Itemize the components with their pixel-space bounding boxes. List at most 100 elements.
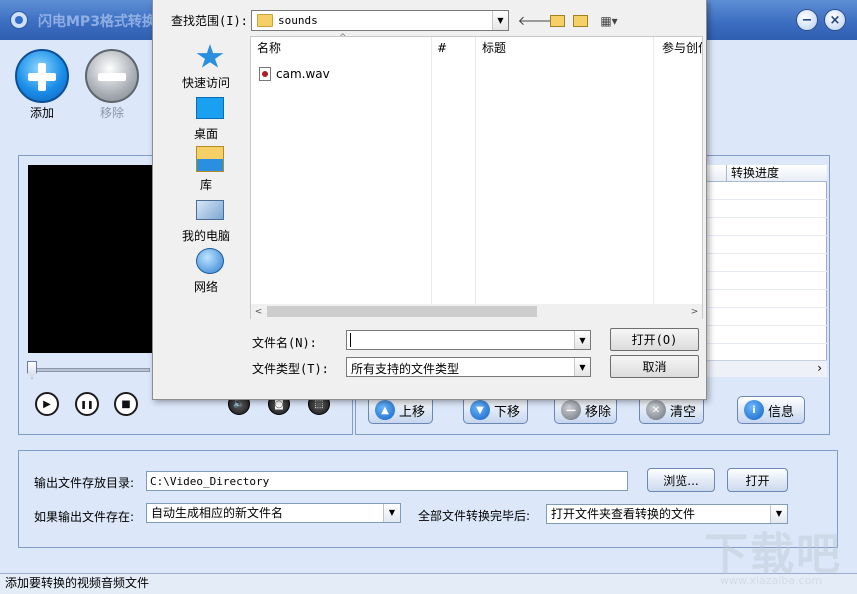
minus-circle-icon: —: [561, 400, 581, 420]
info-button[interactable]: i 信息: [737, 396, 805, 424]
move-down-label: 下移: [494, 404, 521, 420]
up-folder-button[interactable]: [548, 12, 566, 29]
new-folder-icon: [572, 14, 588, 27]
move-up-button[interactable]: ▲ 上移: [368, 396, 433, 424]
star-icon: [196, 44, 224, 68]
network-icon: [196, 248, 224, 274]
scrollbar-thumb[interactable]: [267, 306, 537, 317]
if-exists-select[interactable]: 自动生成相应的新文件名 ▼: [146, 503, 401, 523]
place-desktop[interactable]: 桌面: [162, 92, 250, 142]
list-remove-label: 移除: [585, 404, 612, 420]
app-icon: [10, 11, 28, 29]
dialog-cancel-button[interactable]: 取消: [610, 355, 699, 378]
grid-line: [705, 325, 827, 326]
output-dir-input[interactable]: C:\Video_Directory: [146, 471, 628, 491]
minus-icon: [98, 73, 126, 81]
text-caret: [350, 333, 351, 347]
close-button[interactable]: ×: [824, 9, 846, 31]
column-header-number[interactable]: #: [431, 37, 475, 59]
arrow-up-icon: ▲: [375, 400, 395, 420]
browse-button[interactable]: 浏览...: [647, 468, 715, 492]
grid-line: [705, 343, 827, 344]
place-label: 我的电脑: [181, 229, 230, 243]
library-icon: [196, 146, 224, 172]
pause-button[interactable]: ❚❚: [75, 392, 99, 416]
up-folder-icon: [549, 14, 565, 27]
close-icon: ×: [829, 12, 841, 28]
clear-button[interactable]: ✕ 清空: [639, 396, 704, 424]
scroll-left-icon[interactable]: <: [251, 304, 266, 319]
watermark-logo: 下载吧 www.xiazaiba.com: [700, 518, 857, 594]
grid-line: [705, 235, 827, 236]
filename-label: 文件名(N):: [252, 336, 317, 350]
clear-x-icon: ✕: [646, 400, 666, 420]
back-button[interactable]: 🡐: [518, 12, 553, 29]
chevron-down-icon[interactable]: ▼: [492, 11, 508, 30]
place-quick-access[interactable]: 快速访问: [162, 41, 250, 91]
file-list-header: 名称 ^ # 标题 参与创作: [251, 33, 702, 59]
chevron-down-icon[interactable]: ▼: [574, 331, 590, 349]
desktop-icon: [196, 97, 224, 119]
arrow-down-icon: ▼: [470, 400, 490, 420]
place-label: 快速访问: [181, 76, 230, 90]
filename-input[interactable]: ▼: [346, 330, 591, 350]
place-network[interactable]: 网络: [162, 245, 250, 295]
place-label: 网络: [193, 280, 218, 294]
clear-label: 清空: [670, 404, 697, 420]
file-list-item[interactable]: cam.wav: [259, 65, 330, 83]
info-icon: i: [744, 400, 764, 420]
play-icon: ▶: [43, 398, 51, 410]
window-title: 闪电MP3格式转换器: [38, 14, 170, 30]
computer-icon: [196, 200, 224, 220]
plus-icon-vertical: [38, 63, 46, 91]
grid-line: [705, 217, 827, 218]
minimize-button[interactable]: −: [796, 9, 818, 31]
lookin-select[interactable]: sounds ▼: [251, 10, 509, 31]
place-library[interactable]: 库: [162, 143, 250, 193]
scroll-right-icon[interactable]: ›: [817, 361, 822, 375]
file-name: cam.wav: [276, 67, 330, 81]
info-label: 信息: [768, 404, 795, 420]
if-exists-label: 如果输出文件存在:: [34, 510, 135, 524]
dialog-open-button[interactable]: 打开(O): [610, 328, 699, 351]
watermark-text: 下载吧: [704, 529, 842, 580]
remove-file-button[interactable]: [85, 49, 139, 103]
sort-ascending-icon: ^: [339, 33, 347, 43]
filetype-label: 文件类型(T):: [252, 362, 329, 376]
play-button[interactable]: ▶: [35, 392, 59, 416]
open-file-dialog: 查找范围(I): sounds ▼ 🡐 ▦▾ 快速访问 桌面 库 我的电脑 网络: [152, 0, 707, 400]
chevron-down-icon[interactable]: ▼: [383, 504, 400, 522]
grid-line: [705, 307, 827, 308]
watermark-url: www.xiazaiba.com: [720, 574, 823, 587]
file-list-view[interactable]: 名称 ^ # 标题 参与创作 cam.wav < >: [250, 33, 703, 319]
list-remove-button[interactable]: — 移除: [554, 396, 617, 424]
scroll-right-icon[interactable]: >: [687, 304, 702, 319]
place-label: 桌面: [193, 127, 218, 141]
stop-icon: ■: [121, 398, 131, 410]
filetype-value: 所有支持的文件类型: [351, 362, 460, 376]
remove-label: 移除: [99, 106, 124, 120]
place-computer[interactable]: 我的电脑: [162, 194, 250, 244]
seek-slider[interactable]: [30, 368, 150, 372]
column-header-title[interactable]: 标题: [476, 37, 652, 59]
grid-line: [705, 271, 827, 272]
places-bar: 快速访问 桌面 库 我的电脑 网络: [162, 35, 250, 300]
stop-button[interactable]: ■: [114, 392, 138, 416]
column-header-progress[interactable]: 转换进度: [726, 165, 827, 182]
minimize-icon: −: [801, 12, 813, 28]
lookin-value: sounds: [278, 14, 318, 27]
grid-line: [705, 253, 827, 254]
move-up-label: 上移: [399, 404, 426, 420]
chevron-down-icon[interactable]: ▼: [574, 358, 590, 376]
open-folder-button[interactable]: 打开: [727, 468, 788, 492]
if-exists-value: 自动生成相应的新文件名: [151, 506, 284, 520]
list-horizontal-scrollbar[interactable]: ›: [705, 360, 827, 377]
file-list-horizontal-scrollbar[interactable]: < >: [251, 304, 702, 319]
move-down-button[interactable]: ▼ 下移: [463, 396, 528, 424]
new-folder-button[interactable]: [571, 12, 589, 29]
add-file-button[interactable]: [15, 49, 69, 103]
filetype-select[interactable]: 所有支持的文件类型 ▼: [346, 357, 591, 377]
view-menu-button[interactable]: ▦▾: [594, 12, 624, 29]
column-separator: [475, 37, 476, 305]
column-header-artists[interactable]: 参与创作: [656, 37, 702, 59]
